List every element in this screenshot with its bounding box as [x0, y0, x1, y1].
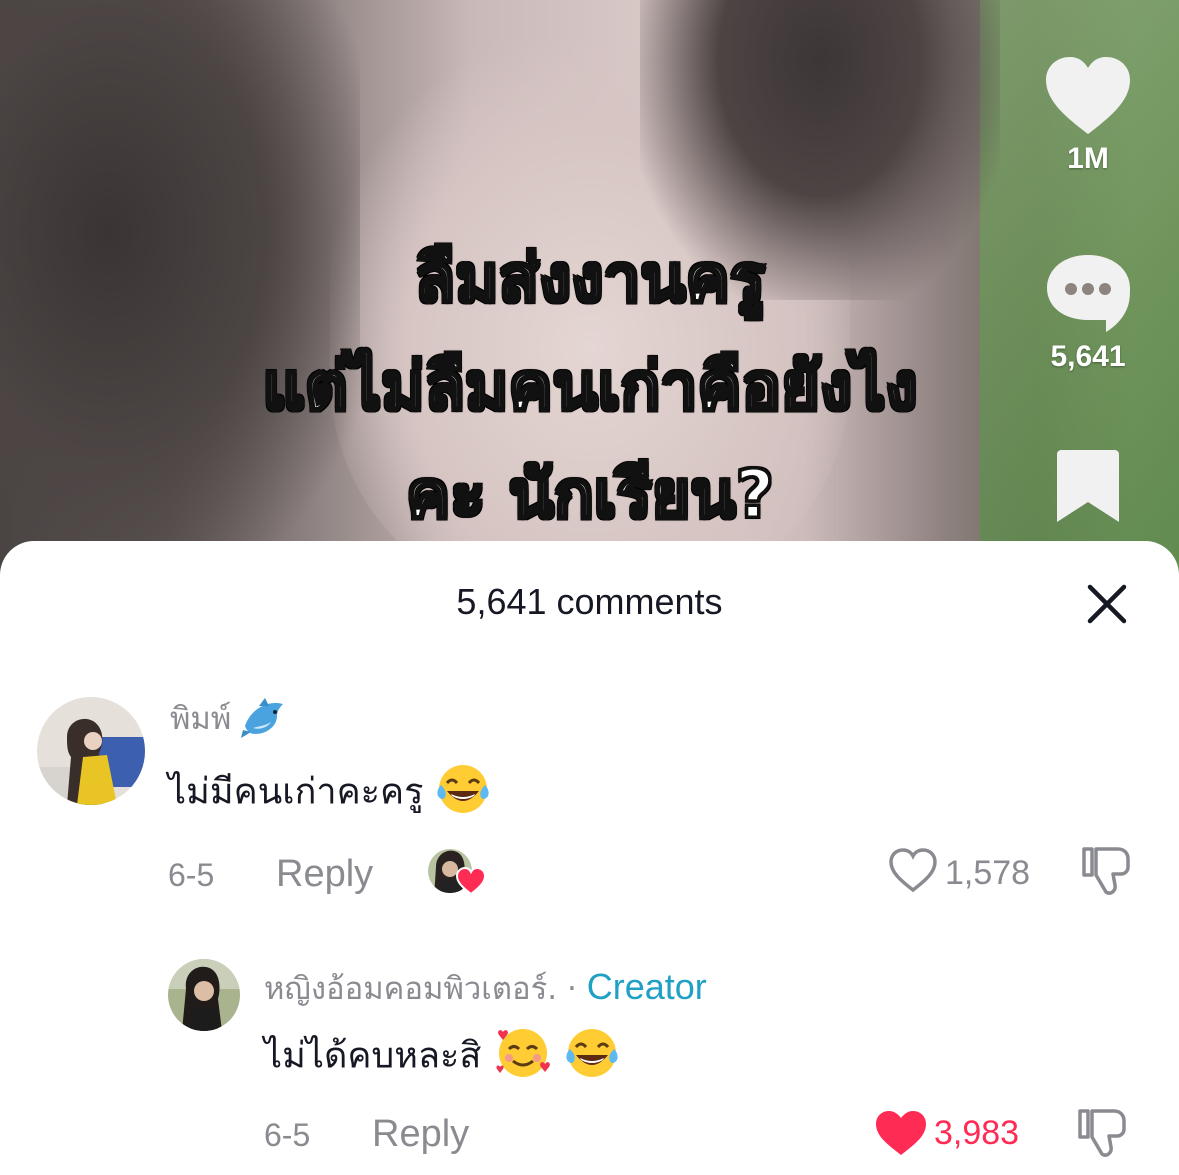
comments-sheet: 5,641 comments พิมพ์ ไม่มีคนเก่าคะครู 6-… — [0, 541, 1179, 1175]
like-button[interactable]: 1M — [1040, 56, 1136, 176]
like-count: 1M — [1067, 142, 1109, 175]
caption-line-1: ลืมส่งงานครู — [413, 239, 766, 319]
comment-bubble-icon — [1047, 255, 1130, 332]
close-button[interactable] — [1084, 581, 1130, 627]
reply-comment-item: หญิงอ้อมคอมพิวเตอร์. · Creator ไม่ได้คบห… — [0, 953, 1179, 1175]
heart-outline-icon — [889, 848, 937, 893]
comments-count-title: 5,641 comments — [456, 581, 723, 622]
thumbs-down-icon — [1082, 847, 1130, 895]
small-heart-icon — [456, 867, 486, 895]
bookmark-icon — [1057, 450, 1119, 522]
comment-date: 6-5 — [264, 1117, 311, 1153]
dislike-button[interactable] — [1080, 845, 1132, 897]
comment-item: พิมพ์ ไม่มีคนเก่าคะครู 6-5 Reply 1,578 — [0, 691, 1179, 911]
comment-like-button[interactable] — [888, 847, 940, 895]
caption-line-2: แต่ไม่ลืมคนเก่าคือยังไง — [261, 347, 919, 427]
reply-button[interactable]: Reply — [276, 853, 373, 896]
dolphin-emoji-icon — [241, 696, 289, 746]
reply-button[interactable]: Reply — [372, 1113, 469, 1156]
comment-date: 6-5 — [168, 857, 215, 893]
comment-username[interactable]: หญิงอ้อมคอมพิวเตอร์. · Creator — [264, 963, 707, 1013]
laughing-tears-emoji-icon — [435, 761, 491, 826]
avatar-image — [37, 697, 145, 805]
bookmark-button[interactable] — [1054, 448, 1122, 524]
comment-like-button[interactable] — [874, 1109, 928, 1157]
comment-username[interactable]: พิมพ์ — [170, 693, 289, 746]
video-caption-overlay: ลืมส่งงานครู แต่ไม่ลืมคนเก่าคือยังไง คะ … — [150, 225, 1030, 549]
comment-like-count: 1,578 — [945, 854, 1031, 892]
thumbs-down-icon — [1078, 1109, 1126, 1157]
creator-badge: Creator — [586, 966, 707, 1007]
comment-button[interactable]: 5,641 — [1040, 252, 1136, 374]
comment-text: ไม่มีคนเก่าคะครู — [168, 761, 491, 826]
avatar[interactable] — [37, 697, 145, 805]
dislike-button[interactable] — [1076, 1107, 1128, 1159]
heart-filled-icon — [876, 1111, 926, 1155]
laughing-tears-emoji-icon — [564, 1025, 620, 1090]
caption-line-3: คะ นักเรียน? — [405, 455, 776, 535]
close-icon — [1087, 584, 1127, 624]
comment-count: 5,641 — [1050, 340, 1126, 373]
heart-icon — [1046, 57, 1130, 134]
video-player[interactable]: ลืมส่งงานครู แต่ไม่ลืมคนเก่าคือยังไง คะ … — [0, 0, 1179, 580]
avatar-image — [168, 959, 240, 1031]
comment-text: ไม่ได้คบหละสิ — [264, 1025, 620, 1090]
creator-liked-badge — [426, 847, 486, 897]
avatar[interactable] — [168, 959, 240, 1031]
comment-like-count: 3,983 — [934, 1114, 1020, 1152]
smiling-with-hearts-emoji-icon — [493, 1025, 553, 1090]
